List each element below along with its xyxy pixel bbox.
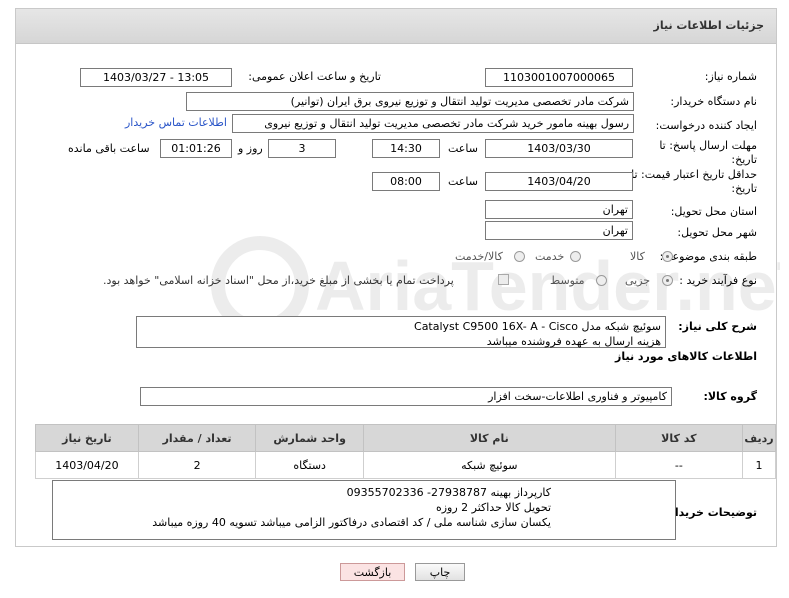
category-both-radio[interactable] [514, 251, 525, 262]
need-number-label: شماره نیاز: [704, 70, 757, 83]
back-button[interactable]: بازگشت [340, 563, 405, 581]
table-row: 1 -- سوئیچ شبکه دستگاه 2 1403/04/20 [35, 451, 776, 479]
category-goods-radio[interactable] [662, 251, 673, 262]
days-field: 3 [268, 139, 336, 158]
remaining-time-field: 01:01:26 [160, 139, 232, 158]
cell-row: 1 [742, 451, 776, 479]
creator-field: رسول بهینه مامور خرید شرکت مادر تخصصی مد… [232, 114, 634, 133]
description-textarea: سوئیچ شبکه مدل Catalyst C9500 16X- A - C… [136, 316, 666, 348]
treasury-checkbox[interactable] [498, 274, 509, 285]
city-field: تهران [485, 221, 633, 240]
print-button[interactable]: چاپ [415, 563, 465, 581]
city-label: شهر محل تحویل: [677, 226, 757, 239]
need-number-field: 1103001007000065 [485, 68, 633, 87]
cell-name: سوئیچ شبکه [362, 451, 616, 479]
payment-note: پرداخت تمام یا بخشی از مبلغ خرید،از محل … [103, 274, 454, 287]
price-validity-time-label: ساعت [448, 175, 478, 188]
cell-date: 1403/04/20 [35, 451, 139, 479]
cell-qty: 2 [137, 451, 257, 479]
creator-label: ایجاد کننده درخواست: [655, 119, 757, 132]
deadline-date-field: 1403/03/30 [485, 139, 633, 158]
col-date-header: تاریخ نیاز [35, 424, 139, 452]
category-both-label: کالا/خدمت [455, 250, 503, 263]
panel-header: جزئیات اطلاعات نیاز [16, 9, 776, 44]
table-header-row: ردیف کد کالا نام کالا واحد شمارش تعداد /… [35, 424, 776, 452]
deadline-time-field: 14:30 [372, 139, 440, 158]
announce-label: تاریخ و ساعت اعلان عمومی: [248, 70, 381, 83]
process-medium-radio[interactable] [596, 275, 607, 286]
goods-section-title: اطلاعات کالاهای مورد نیاز [615, 350, 757, 363]
days-label: روز و [238, 142, 263, 155]
buyer-notes-line-2: تحویل کالا حداکثر 2 روزه [435, 501, 551, 514]
deadline-label: مهلت ارسال پاسخ: تا تاریخ: [659, 139, 757, 166]
announce-field: 1403/03/27 - 13:05 [80, 68, 232, 87]
description-label: شرح کلی نیاز: [678, 320, 757, 333]
buyer-field: شرکت مادر تخصصی مدیریت تولید انتقال و تو… [186, 92, 634, 111]
buyer-notes-line-1: کارپرداز بهینه 27938787- 09355702336 [346, 486, 551, 499]
category-service-label: خدمت [535, 250, 565, 263]
buyer-contact-link[interactable]: اطلاعات تماس خریدار [125, 116, 227, 129]
buyer-notes-line-3: یکسان سازی شناسه ملی / کد اقتصادی درفاکت… [152, 516, 551, 529]
buyer-label: نام دستگاه خریدار: [670, 95, 757, 108]
cell-code: -- [614, 451, 744, 479]
cell-unit: دستگاه [255, 451, 364, 479]
price-validity-time-field: 08:00 [372, 172, 440, 191]
process-medium-label: متوسط [550, 274, 585, 287]
col-qty-header: تعداد / مقدار [137, 424, 257, 452]
category-goods-label: کالا [630, 250, 645, 263]
deadline-time-label: ساعت [448, 142, 478, 155]
col-row-header: ردیف [742, 424, 776, 452]
goods-table: ردیف کد کالا نام کالا واحد شمارش تعداد /… [35, 424, 776, 479]
buyer-notes-label: توضیحات خریدار: [664, 506, 757, 519]
goods-group-field: کامپیوتر و فناوری اطلاعات-سخت افزار [140, 387, 672, 406]
process-minor-label: جزیی [625, 274, 651, 287]
price-validity-date-field: 1403/04/20 [485, 172, 633, 191]
category-label: طبقه بندی موضوعی: [659, 250, 757, 263]
remaining-label: ساعت باقی مانده [68, 142, 150, 155]
province-field: تهران [485, 200, 633, 219]
buyer-notes-textarea: کارپرداز بهینه 27938787- 09355702336 تحو… [52, 480, 676, 540]
description-line-2: هزینه ارسال به عهده فروشنده میباشد [486, 335, 661, 348]
col-name-header: نام کالا [362, 424, 616, 452]
province-label: استان محل تحویل: [670, 205, 757, 218]
price-validity-label: حداقل تاریخ اعتبار قیمت: تا تاریخ: [631, 168, 757, 195]
process-minor-radio[interactable] [662, 275, 673, 286]
col-code-header: کد کالا [614, 424, 744, 452]
process-label: نوع فرآیند خرید : [679, 274, 757, 287]
page-title: جزئیات اطلاعات نیاز [653, 19, 765, 32]
goods-group-label: گروه کالا: [703, 390, 757, 403]
description-line-1: سوئیچ شبکه مدل Catalyst C9500 16X- A - C… [414, 320, 661, 333]
col-unit-header: واحد شمارش [255, 424, 364, 452]
category-service-radio[interactable] [570, 251, 581, 262]
